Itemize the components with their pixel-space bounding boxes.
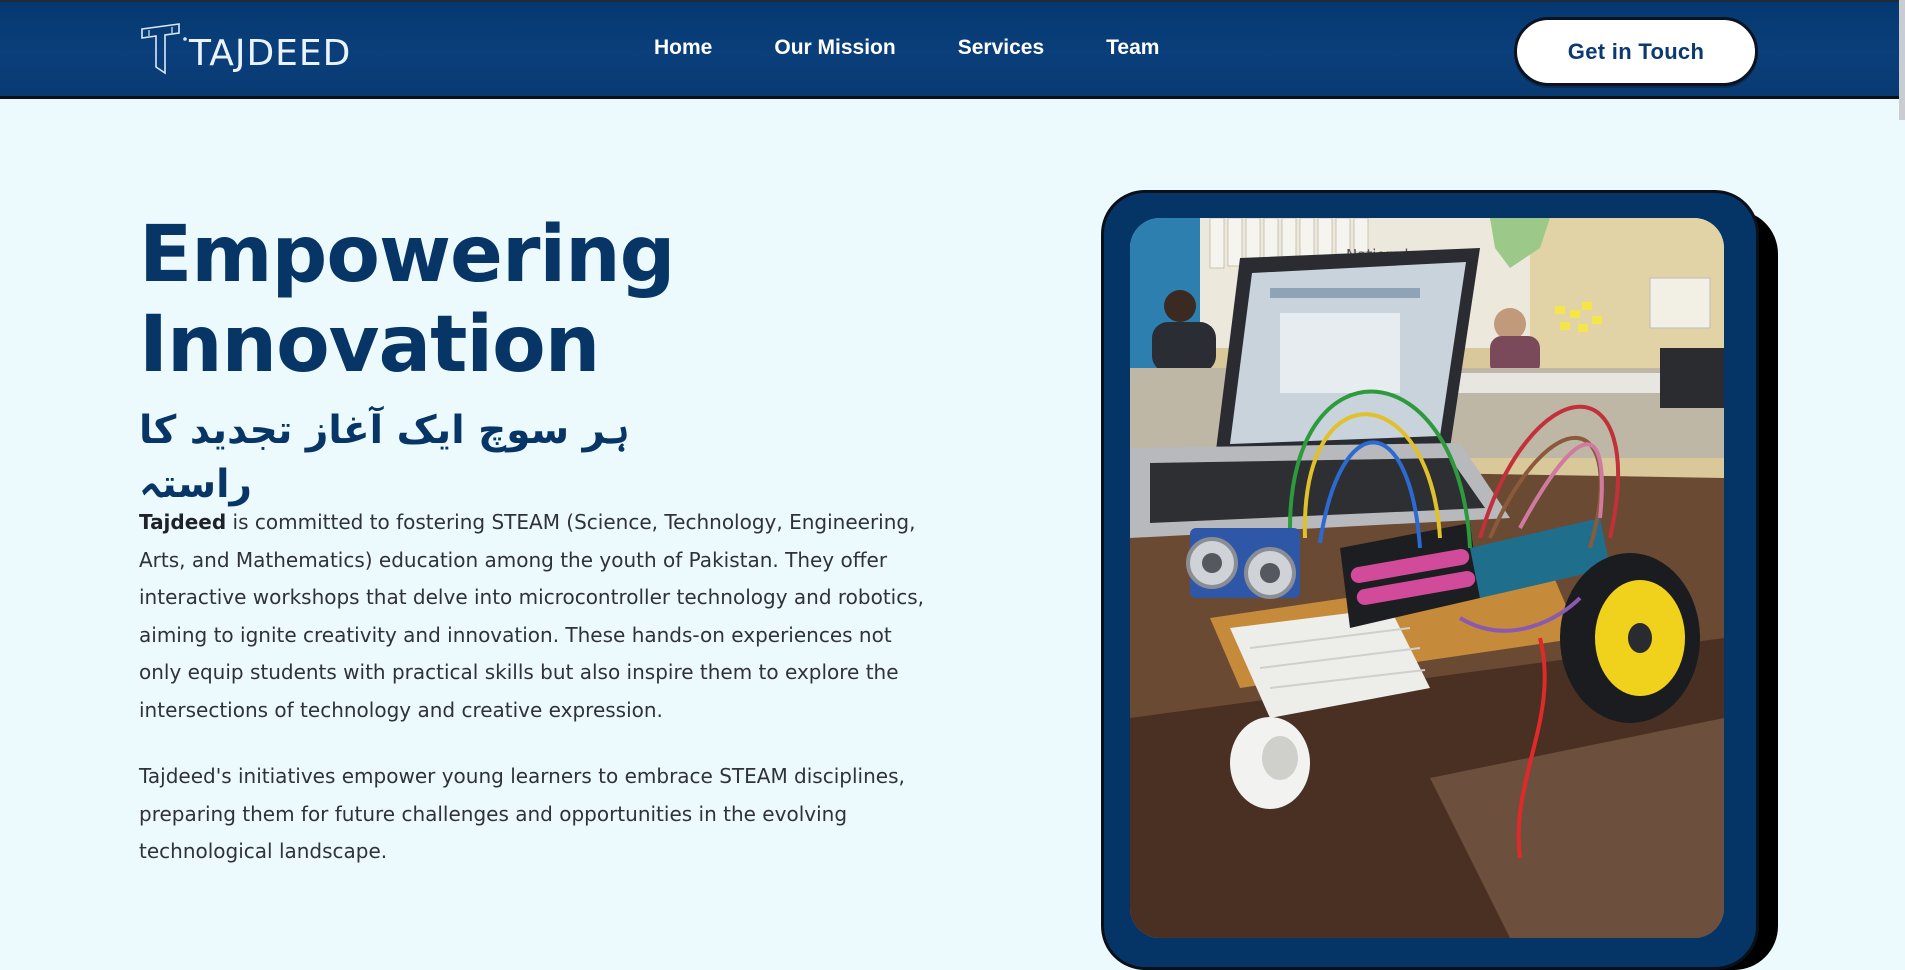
nav-team[interactable]: Team [1106, 36, 1159, 60]
brand-name: TAJDEED [189, 32, 352, 74]
intro-paragraph: Tajdeed is committed to fostering STEAM … [139, 504, 929, 729]
page-scrollbar[interactable] [1899, 0, 1905, 120]
nav-services[interactable]: Services [958, 36, 1044, 60]
get-in-touch-button[interactable]: Get in Touch [1514, 17, 1758, 86]
main-nav: Home Our Mission Services Team [654, 36, 1221, 60]
intro-paragraph-text: is committed to fostering STEAM (Science… [139, 510, 924, 722]
urdu-tagline: ہر سوچ ایک آغاز تجدید کا راستہ [139, 408, 630, 507]
hero-title-line-1: Empowering [139, 210, 676, 300]
hero-title-line-2: Innovation [139, 300, 600, 390]
t-mark-icon [139, 21, 191, 82]
nav-our-mission[interactable]: Our Mission [774, 36, 895, 60]
initiatives-paragraph: Tajdeed's initiatives empower young lear… [139, 764, 905, 863]
hero-title: Empowering Innovation [139, 210, 676, 390]
nav-home[interactable]: Home [654, 36, 712, 60]
brand-logo[interactable]: TAJDEED [139, 21, 352, 82]
brand-name-bold: Tajdeed [139, 510, 227, 534]
robot-car-workshop-photo: National [1130, 218, 1724, 938]
top-navbar: TAJDEED Home Our Mission Services Team G… [0, 0, 1905, 99]
